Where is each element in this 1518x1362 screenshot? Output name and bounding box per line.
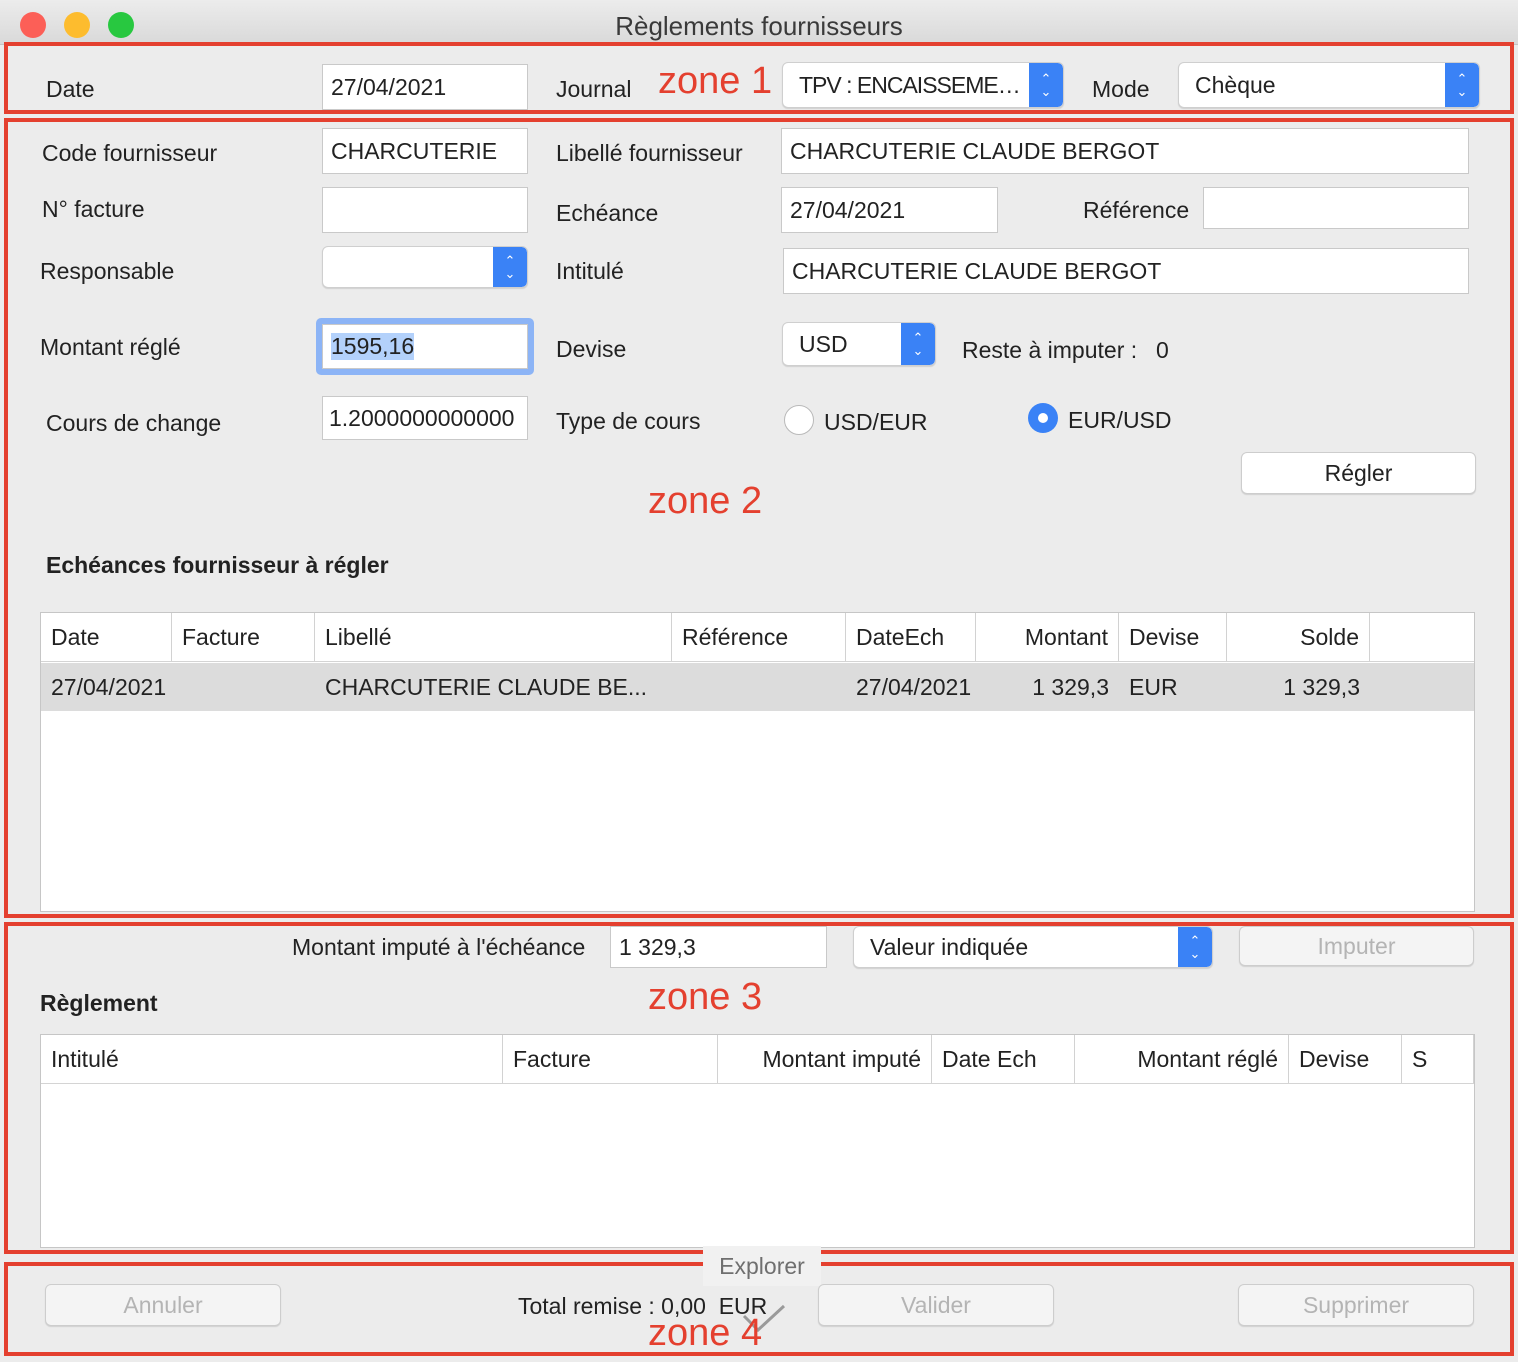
cell-dateech: 27/04/2021 [856,673,972,700]
window-title: Règlements fournisseurs [615,11,903,41]
devise-popup[interactable]: USD ⌃ ⌄ [782,322,936,366]
col-date[interactable]: Date [41,613,172,661]
radio-usd-eur[interactable] [784,405,814,435]
col-reference[interactable]: Référence [672,613,846,661]
montant-regle-value: 1595,16 [331,333,415,360]
imputer-button[interactable]: Imputer [1239,926,1474,966]
cell-solde: 1 329,3 [1283,673,1360,700]
reglement-table-header: Intitulé Facture Montant imputé Date Ech… [41,1035,1474,1084]
valeur-value: Valeur indiquée [870,933,1029,960]
responsable-stepper-icon: ⌃ ⌄ [493,247,527,287]
col-facture[interactable]: Facture [172,613,315,661]
cell-reference [672,663,846,711]
facture-label: N° facture [42,196,145,222]
libelle-fournisseur-field[interactable]: CHARCUTERIE CLAUDE BERGOT [781,128,1469,174]
valider-button[interactable]: Valider [818,1284,1054,1326]
responsable-label: Responsable [40,258,175,284]
devise-stepper-icon: ⌃ ⌄ [901,323,935,365]
montant-regle-label: Montant réglé [40,334,181,360]
zone-1-label: zone 1 [658,60,773,102]
echeances-table-header: Date Facture Libellé Référence DateEch M… [41,613,1474,662]
cell-facture [172,663,315,711]
type-de-cours-label: Type de cours [556,408,701,434]
mode-popup[interactable]: Chèque ⌃ ⌄ [1178,62,1480,108]
journal-popup[interactable]: TPV : ENCAISSEME… ⌃ ⌄ [782,62,1064,108]
col-montant[interactable]: Montant [976,613,1119,661]
annuler-button[interactable]: Annuler [45,1284,281,1326]
echeance-field[interactable]: 27/04/2021 [781,187,998,233]
col-dateech[interactable]: DateEch [846,613,976,661]
intitule-label: Intitulé [556,258,624,284]
mode-label: Mode [1092,76,1150,102]
valeur-popup[interactable]: Valeur indiquée ⌃ ⌄ [853,926,1213,968]
zone-4-label: zone 4 [648,1312,763,1354]
mode-value: Chèque [1195,71,1276,98]
col-montant-regle[interactable]: Montant réglé [1075,1035,1289,1083]
montant-regle-field[interactable]: 1595,16 [322,324,528,369]
reste-a-imputer-label: Reste à imputer : [962,337,1138,363]
libelle-fournisseur-label: Libellé fournisseur [556,140,743,166]
facture-field[interactable] [322,187,528,233]
col-libelle[interactable]: Libellé [315,613,672,661]
cours-de-change-field[interactable]: 1.2000000000000 [322,396,528,440]
col-devise[interactable]: Devise [1289,1035,1402,1083]
date-label: Date [46,76,95,102]
journal-value: TPV : ENCAISSEME… [799,71,1021,98]
valeur-stepper-icon: ⌃ ⌄ [1178,927,1212,967]
echeances-table[interactable]: Date Facture Libellé Référence DateEch M… [40,612,1475,912]
cell-date: 27/04/2021 [51,673,167,700]
cell-libelle: CHARCUTERIE CLAUDE BE... [325,673,648,700]
reference-label: Référence [1083,197,1190,223]
reglement-table[interactable]: Intitulé Facture Montant imputé Date Ech… [40,1034,1475,1248]
col-s[interactable]: S [1402,1035,1474,1083]
col-montant-impute[interactable]: Montant imputé [718,1035,932,1083]
echeance-label: Echéance [556,200,659,226]
radio-eur-usd-label[interactable]: EUR/USD [1068,407,1172,434]
echeances-section-title: Echéances fournisseur à régler [46,552,389,578]
journal-stepper-icon: ⌃ ⌄ [1029,63,1063,107]
explorer-tooltip: Explorer [703,1246,821,1286]
zone-3-label: zone 3 [648,976,763,1018]
radio-eur-usd[interactable] [1028,403,1058,433]
cell-devise: EUR [1129,673,1178,700]
zone-2-label: zone 2 [648,480,763,522]
table-row[interactable]: 27/04/2021 CHARCUTERIE CLAUDE BE... 27/0… [41,663,1474,711]
col-intitule[interactable]: Intitulé [41,1035,503,1083]
devise-label: Devise [556,336,627,362]
supprimer-button[interactable]: Supprimer [1238,1284,1474,1326]
cours-de-change-label: Cours de change [46,410,222,436]
reste-a-imputer-value: 0 [1156,337,1169,363]
col-facture[interactable]: Facture [503,1035,718,1083]
responsable-popup[interactable]: ⌃ ⌄ [322,246,528,288]
cell-montant: 1 329,3 [1032,673,1109,700]
date-field[interactable]: 27/04/2021 [322,64,528,110]
radio-usd-eur-label[interactable]: USD/EUR [824,409,928,436]
col-devise[interactable]: Devise [1119,613,1227,661]
regler-button[interactable]: Régler [1241,452,1476,494]
montant-impute-label: Montant imputé à l'échéance [292,934,586,960]
intitule-field[interactable]: CHARCUTERIE CLAUDE BERGOT [783,248,1469,294]
mode-stepper-icon: ⌃ ⌄ [1445,63,1479,107]
devise-value: USD [799,330,848,357]
col-date-ech[interactable]: Date Ech [932,1035,1075,1083]
code-fournisseur-label: Code fournisseur [42,140,218,166]
reference-field[interactable] [1203,187,1469,229]
journal-label: Journal [556,76,632,102]
montant-impute-field[interactable]: 1 329,3 [610,926,827,968]
code-fournisseur-field[interactable]: CHARCUTERIE [322,128,528,174]
reglement-section-title: Règlement [40,990,158,1016]
col-solde[interactable]: Solde [1227,613,1370,661]
